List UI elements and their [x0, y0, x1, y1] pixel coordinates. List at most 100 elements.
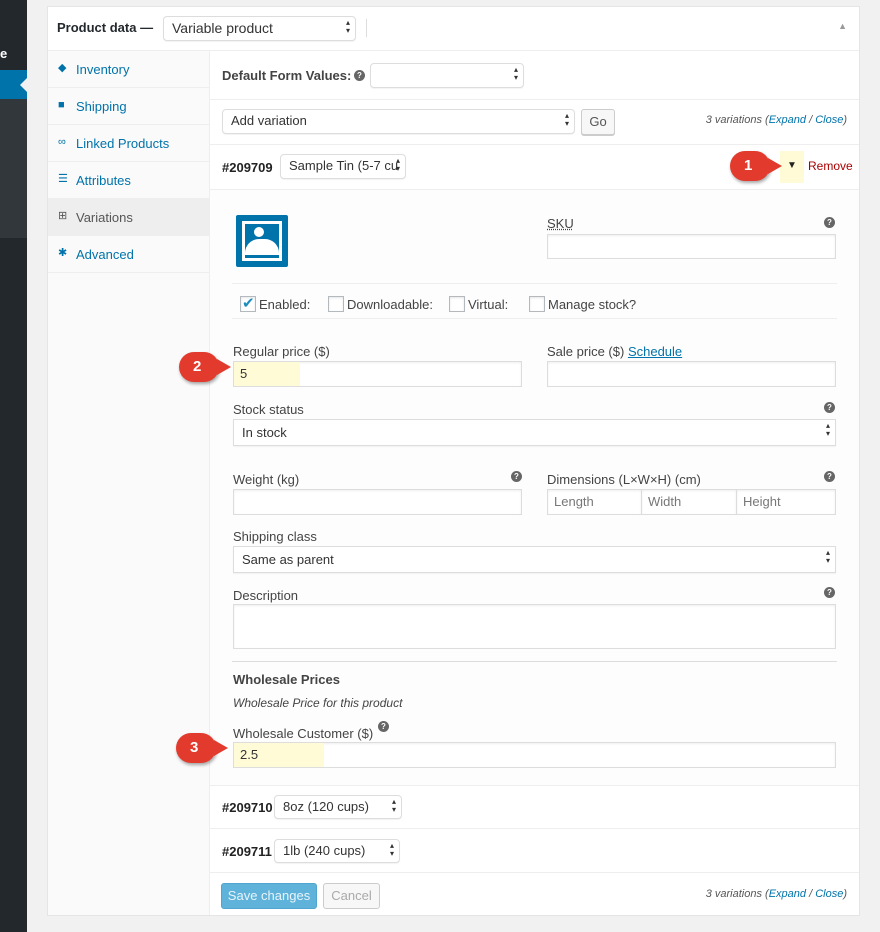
- expand-link[interactable]: Expand: [769, 114, 806, 126]
- sku-input[interactable]: [547, 234, 836, 259]
- stock-status-label: Stock status: [233, 402, 304, 417]
- downloadable-label: Downloadable:: [347, 297, 434, 312]
- close-link[interactable]: Close: [815, 888, 843, 900]
- variation-header[interactable]: #209711 1lb (240 cups): [210, 829, 859, 873]
- stock-status-select[interactable]: In stock: [233, 419, 836, 446]
- width-input[interactable]: Width: [641, 489, 737, 515]
- description-label: Description: [233, 588, 299, 603]
- dimensions-label: Dimensions (L×W×H) (cm): [547, 472, 701, 487]
- help-icon[interactable]: ?: [824, 217, 835, 228]
- manage-stock-checkbox[interactable]: [529, 296, 545, 312]
- count-text: 3 variations: [705, 888, 762, 900]
- wholesale-customer-input[interactable]: 2.5: [233, 742, 836, 768]
- tab-variations[interactable]: ⊞ Variations: [48, 199, 209, 236]
- panel-header: Product data — Variable product ▲: [48, 7, 859, 51]
- tab-label: Linked Products: [76, 136, 170, 151]
- variation-attribute-select[interactable]: Sample Tin (5-7 cu: [280, 154, 406, 179]
- tab-inventory[interactable]: ◆ Inventory: [48, 51, 209, 88]
- variations-toolbar: Add variation Go 3 variations (Expand / …: [210, 100, 859, 145]
- tab-shipping[interactable]: ■ Shipping: [48, 88, 209, 125]
- regular-price-input[interactable]: 5: [233, 361, 522, 387]
- collapse-arrow-icon[interactable]: ▲: [838, 21, 847, 31]
- sale-price-text: Sale price ($): [547, 344, 625, 359]
- help-icon[interactable]: ?: [354, 70, 365, 81]
- wholesale-prices-title: Wholesale Prices: [233, 672, 340, 687]
- toggle-arrow-icon[interactable]: ▼: [780, 151, 804, 183]
- manage-stock-label: Manage stock?: [548, 297, 637, 312]
- height-input[interactable]: Height: [736, 489, 836, 515]
- close-link[interactable]: Close: [815, 114, 843, 126]
- downloadable-checkbox[interactable]: [328, 296, 344, 312]
- weight-label: Weight (kg): [233, 472, 300, 487]
- list-icon: ☰: [58, 173, 68, 185]
- remove-link[interactable]: Remove: [808, 159, 853, 173]
- expand-link[interactable]: Expand: [769, 888, 806, 900]
- image-upload-icon[interactable]: [236, 215, 288, 267]
- tab-label: Attributes: [76, 173, 131, 188]
- virtual-label: Virtual:: [468, 297, 509, 312]
- sale-price-input[interactable]: [547, 361, 836, 387]
- shipping-class-select[interactable]: Same as parent: [233, 546, 836, 573]
- panel-title: Product data —: [57, 20, 154, 35]
- tab-label: Shipping: [76, 99, 127, 114]
- separator: /: [809, 888, 813, 900]
- variations-footer: Save changes Cancel 3 variations (Expand…: [210, 873, 859, 915]
- enabled-checkbox[interactable]: ✔: [240, 295, 256, 312]
- sku-label: SKU: [547, 216, 574, 231]
- variation-id: #209709: [222, 160, 273, 175]
- count-text: 3 variations: [705, 114, 762, 126]
- divider: [366, 19, 367, 37]
- description-textarea[interactable]: [233, 604, 836, 649]
- grid-icon: ⊞: [58, 210, 68, 222]
- default-form-values-label: Default Form Values:: [222, 68, 352, 83]
- admin-menu-label: e: [0, 46, 8, 61]
- wholesale-customer-label: Wholesale Customer ($): [233, 726, 374, 741]
- length-input[interactable]: Length: [547, 489, 642, 515]
- regular-price-value: 5: [234, 362, 300, 386]
- variations-count: 3 variations (Expand / Close): [705, 114, 847, 126]
- tag-icon: ◆: [58, 62, 67, 74]
- product-data-tabs: ◆ Inventory ■ Shipping ∞ Linked Products ☰ A…: [48, 51, 210, 915]
- virtual-checkbox[interactable]: [449, 296, 465, 312]
- save-changes-button[interactable]: Save changes: [221, 883, 317, 909]
- variation-body: SKU ? ✔ Enabled: Downloadable: Virtual: …: [210, 190, 859, 786]
- sale-price-label: Sale price ($) Schedule: [547, 344, 682, 359]
- weight-input[interactable]: [233, 489, 522, 515]
- product-data-panel: Product data — Variable product ▲ ◆ Inven…: [47, 6, 860, 916]
- callout-badge: 2: [179, 352, 231, 382]
- tab-linked-products[interactable]: ∞ Linked Products: [48, 125, 209, 162]
- variations-count: 3 variations (Expand / Close): [705, 888, 847, 900]
- variation-header[interactable]: #209710 8oz (120 cups): [210, 786, 859, 829]
- callout-badge: 1: [730, 151, 782, 181]
- help-icon[interactable]: ?: [824, 471, 835, 482]
- go-button[interactable]: Go: [581, 109, 615, 135]
- help-icon[interactable]: ?: [824, 402, 835, 413]
- admin-menu-current[interactable]: [0, 70, 27, 99]
- separator: /: [809, 114, 813, 126]
- variation-attribute-select[interactable]: 8oz (120 cups): [274, 795, 402, 819]
- cancel-button[interactable]: Cancel: [323, 883, 380, 909]
- tab-label: Variations: [76, 210, 133, 225]
- variation-attribute-select[interactable]: 1lb (240 cups): [274, 839, 400, 863]
- shipping-class-label: Shipping class: [233, 529, 317, 544]
- tab-label: Inventory: [76, 62, 130, 77]
- tab-attributes[interactable]: ☰ Attributes: [48, 162, 209, 199]
- default-form-value-select[interactable]: [370, 63, 524, 88]
- regular-price-label: Regular price ($): [233, 344, 330, 359]
- variation-action-select[interactable]: Add variation: [222, 109, 575, 134]
- tab-label: Advanced: [76, 247, 134, 262]
- help-icon[interactable]: ?: [824, 587, 835, 598]
- variation-id: #209710: [222, 800, 273, 815]
- schedule-link[interactable]: Schedule: [628, 344, 682, 359]
- tab-advanced[interactable]: ✱ Advanced: [48, 236, 209, 273]
- help-icon[interactable]: ?: [378, 721, 389, 732]
- truck-icon: ■: [58, 99, 65, 111]
- product-type-select[interactable]: Variable product: [163, 16, 356, 41]
- link-icon: ∞: [58, 136, 66, 148]
- enabled-label: Enabled:: [259, 297, 311, 312]
- callout-badge: 3: [176, 733, 228, 763]
- default-form-values-row: Default Form Values: ?: [210, 51, 859, 100]
- admin-submenu: [0, 98, 27, 238]
- help-icon[interactable]: ?: [511, 471, 522, 482]
- wholesale-prices-subtitle: Wholesale Price for this product: [233, 696, 403, 710]
